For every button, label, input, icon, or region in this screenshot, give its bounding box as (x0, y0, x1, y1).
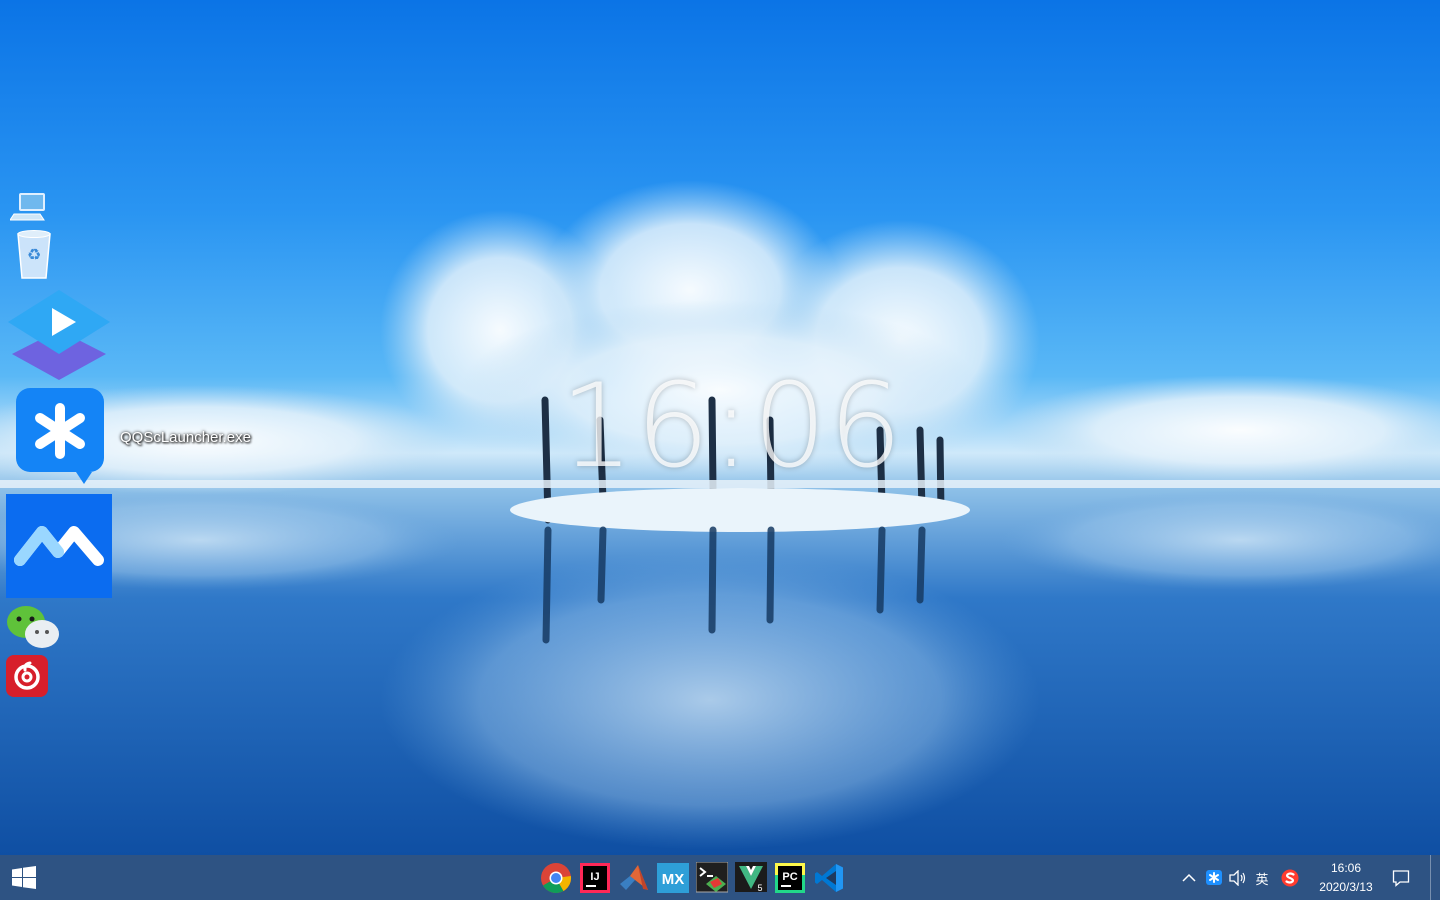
intellij-icon: IJ (580, 863, 610, 893)
svg-text:♻: ♻ (27, 245, 41, 264)
start-button[interactable] (0, 855, 48, 900)
music-icon[interactable] (6, 655, 48, 697)
chrome-icon (541, 863, 572, 894)
matlab-icon (620, 865, 648, 890)
tray-qqsc-asterisk-icon[interactable] (1204, 867, 1224, 889)
tray-overflow-chevron-up-icon[interactable] (1180, 867, 1198, 889)
wechat-icon[interactable] (6, 604, 60, 650)
desktop-icon-label[interactable]: QQScLauncher.exe (120, 429, 251, 446)
computer-icon[interactable] (9, 192, 48, 226)
taskbar-app-matlab[interactable] (617, 861, 651, 895)
desktop-clock-widget: 16:06 (560, 359, 905, 494)
recycle-bin-icon[interactable]: ♻ (14, 228, 54, 280)
tray-ime-indicator[interactable]: 英 (1252, 867, 1272, 889)
tray-clock[interactable]: 16:06 2020/3/13 (1310, 859, 1382, 897)
meeting-icon[interactable] (6, 494, 112, 598)
asterisk-icon[interactable] (16, 388, 106, 484)
taskbar-app-mobaxterm[interactable]: MX (656, 861, 690, 895)
taskbar: IJ MX 5 PC 英 16:06 2020/3/13 (0, 855, 1440, 900)
taskbar-app-vue[interactable]: 5 (734, 861, 768, 895)
pycharm-icon: PC (775, 863, 805, 893)
intellij-icon-text: IJ (590, 871, 599, 883)
play-icon[interactable] (6, 290, 112, 382)
taskbar-app-chrome[interactable] (539, 861, 573, 895)
mobaxterm-icon-text: MX (662, 871, 685, 888)
tray-clock-time: 16:06 (1330, 861, 1362, 875)
mobaxterm-icon: MX (657, 863, 689, 893)
vscode-icon (815, 864, 843, 892)
windows-logo-icon (12, 865, 36, 889)
taskbar-app-terminal[interactable] (695, 861, 729, 895)
tray-volume-icon[interactable] (1228, 867, 1248, 889)
show-desktop-button[interactable] (1430, 855, 1440, 900)
taskbar-app-vscode[interactable] (812, 861, 846, 895)
vue-icon-text: 5 (757, 883, 762, 893)
action-center-notification-icon[interactable] (1390, 867, 1412, 889)
pycharm-icon-text: PC (782, 871, 797, 883)
tray-clock-date: 2020/3/13 (1319, 880, 1373, 894)
terminal-icon (696, 862, 728, 893)
taskbar-app-pycharm[interactable]: PC (773, 861, 807, 895)
taskbar-app-intellij[interactable]: IJ (578, 861, 612, 895)
tray-sogou-icon[interactable] (1280, 867, 1300, 889)
vue-icon: 5 (735, 862, 767, 893)
